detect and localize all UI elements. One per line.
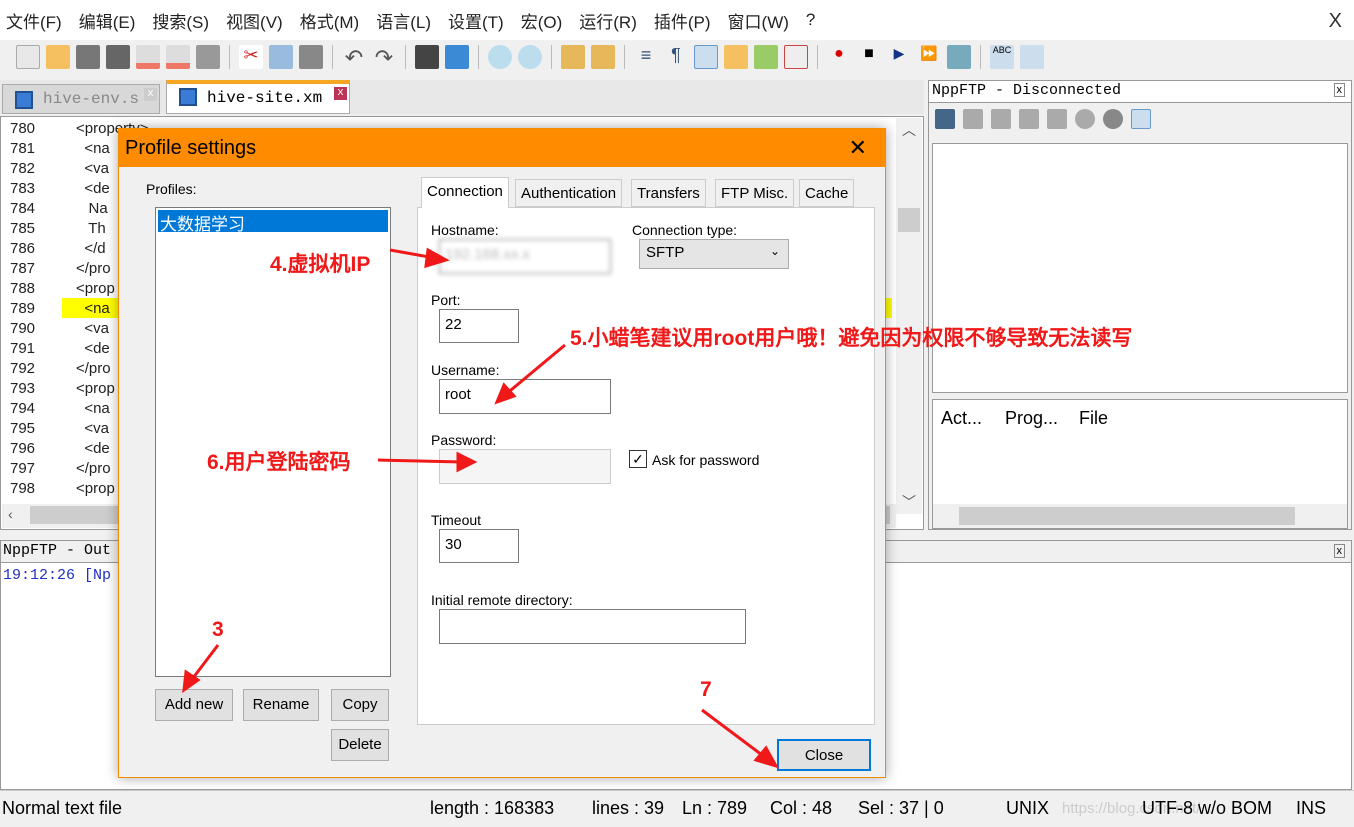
arrow-head [456,451,478,473]
annotation-step6: 6.用户登陆密码 [207,451,351,474]
arrow-step7 [701,708,767,760]
annotation-step5: 5.小蜡笔建议用root用户哦！避免因为权限不够导致无法读写 [570,327,1133,350]
arrow-head [424,247,450,269]
annotation-step3: 3 [212,618,224,641]
arrow-step6 [377,458,463,464]
annotation-arrows [182,247,780,769]
arrow-head [753,745,780,769]
annotation-step7: 7 [700,678,712,701]
arrow-step5 [504,343,566,397]
annotation-step4: 4.虚拟机IP [270,253,371,276]
arrow-head [494,382,517,405]
